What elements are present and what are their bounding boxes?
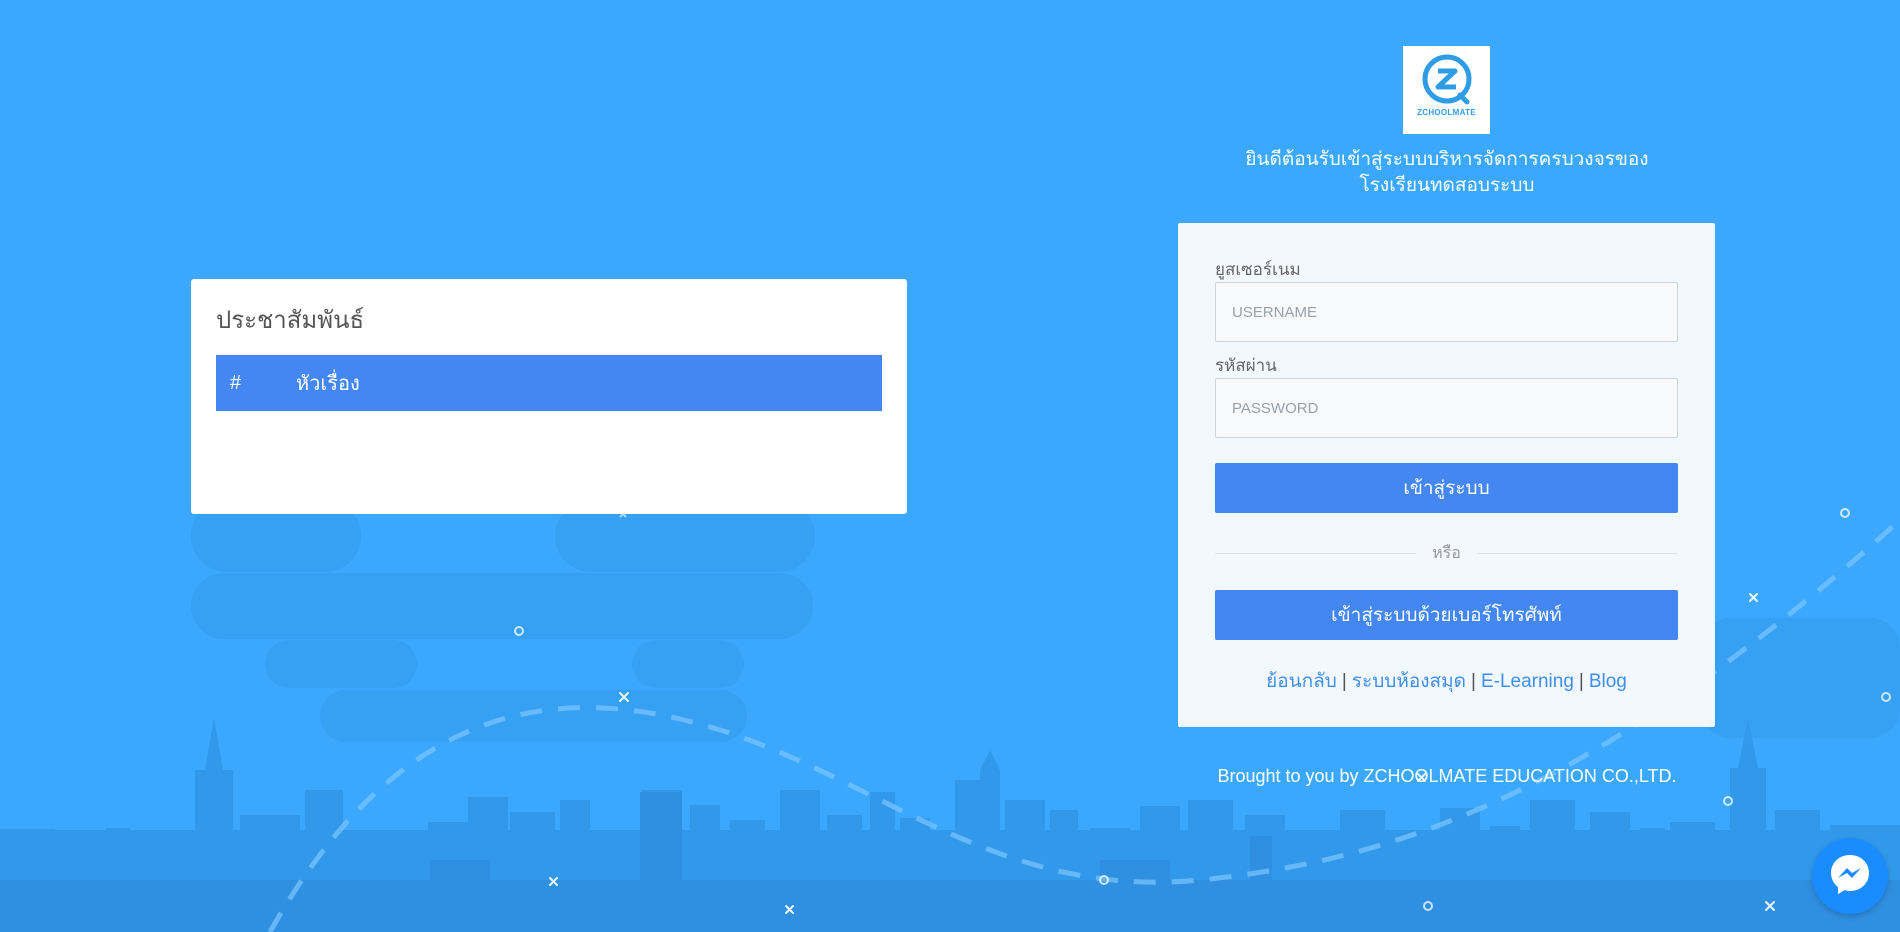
link-elearning[interactable]: E-Learning	[1481, 671, 1574, 692]
login-form: ยูสเซอร์เนม รหัสผ่าน เข้าสู่ระบบ หรือ เข…	[1178, 223, 1715, 727]
school-logo: ZCHOOLMATE	[1403, 46, 1490, 134]
phone-login-button[interactable]: เข้าสู่ระบบด้วยเบอร์โทรศัพท์	[1215, 590, 1678, 640]
welcome-message: ยินดีต้อนรับเข้าสู่ระบบบริหารจัดการครบวง…	[1178, 147, 1716, 199]
logo-text: ZCHOOLMATE	[1417, 108, 1476, 117]
zchoolmate-logo-icon	[1420, 52, 1474, 106]
password-input[interactable]	[1215, 378, 1678, 438]
announcements-panel: ประชาสัมพันธ์ # หัวเรื่อง	[191, 279, 907, 514]
announcements-table-header: # หัวเรื่อง	[216, 355, 882, 411]
link-separator: |	[1341, 671, 1347, 692]
column-header-number: #	[230, 371, 242, 394]
link-blog[interactable]: Blog	[1589, 671, 1627, 692]
footer-links: ย้อนกลับ | ระบบห้องสมุด | E-Learning | Blog	[1215, 666, 1678, 696]
login-button[interactable]: เข้าสู่ระบบ	[1215, 463, 1678, 513]
messenger-chat-button[interactable]	[1812, 838, 1888, 914]
messenger-icon	[1827, 851, 1873, 902]
welcome-line-2: โรงเรียนทดสอบระบบ	[1359, 175, 1535, 196]
username-input[interactable]	[1215, 282, 1678, 342]
username-label: ยูสเซอร์เนม	[1215, 260, 1301, 279]
or-divider: หรือ	[1215, 541, 1678, 565]
divider-line-left	[1215, 552, 1417, 554]
link-separator: |	[1578, 671, 1584, 692]
link-library[interactable]: ระบบห้องสมุด	[1352, 671, 1466, 692]
column-header-subject: หัวเรื่อง	[296, 373, 360, 395]
welcome-line-1: ยินดีต้อนรับเข้าสู่ระบบบริหารจัดการครบวง…	[1245, 149, 1649, 170]
announcements-title: ประชาสัมพันธ์	[216, 307, 365, 334]
footer-credit: Brought to you by ZCHOOLMATE EDUCATION C…	[1217, 766, 1677, 786]
password-label: รหัสผ่าน	[1215, 356, 1277, 375]
link-back[interactable]: ย้อนกลับ	[1266, 671, 1337, 692]
or-text: หรือ	[1432, 544, 1461, 562]
divider-line-right	[1476, 552, 1678, 554]
link-separator: |	[1471, 671, 1476, 692]
